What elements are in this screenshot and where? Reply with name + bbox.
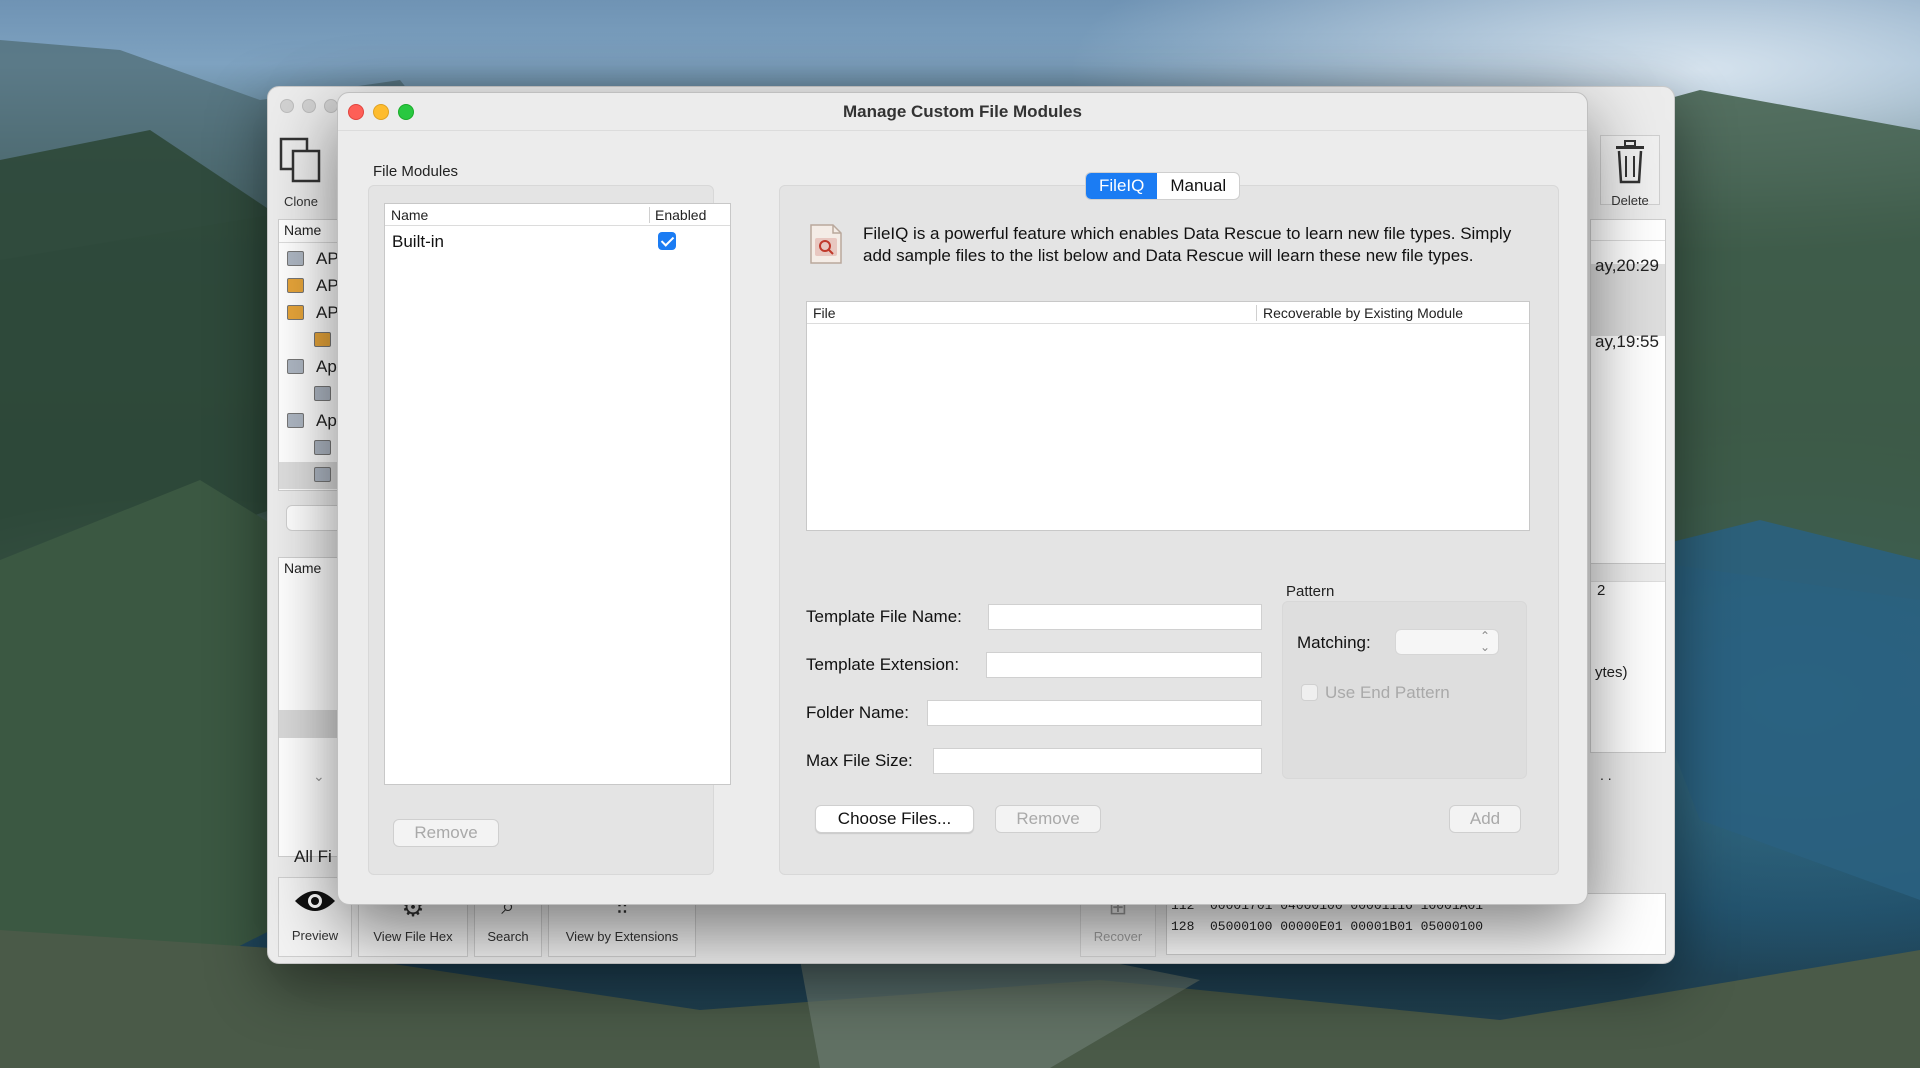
fileiq-icon (808, 223, 844, 265)
clone-icon (278, 137, 324, 194)
choose-files-button[interactable]: Choose Files... (815, 805, 974, 833)
column-header-name[interactable]: Name (391, 207, 428, 223)
disk-icon (287, 278, 304, 293)
date-cell: ay,19:55 (1595, 332, 1659, 351)
all-files-label[interactable]: All Fi (294, 847, 332, 867)
view-file-hex-label: View File Hex (373, 929, 453, 944)
disk-icon (287, 251, 304, 266)
remove-module-button[interactable]: Remove (393, 819, 499, 847)
use-end-pattern-label: Use End Pattern (1325, 683, 1450, 702)
bytes-fragment: ytes) (1595, 664, 1628, 681)
dots: . . (1600, 767, 1612, 783)
folder-name-label: Folder Name: (806, 703, 909, 722)
hex-line: 128 05000100 00000E01 00001B01 05000100 (1171, 919, 1484, 934)
disk-icon (314, 440, 331, 455)
clone-button[interactable]: Clone (278, 137, 324, 209)
chevron-updown-icon: ⌃ ⌄ (1479, 629, 1490, 654)
chevron-down-icon[interactable]: ⌄ (313, 768, 325, 785)
module-name: Built-in (392, 232, 444, 251)
tab-fileiq[interactable]: FileIQ (1086, 173, 1158, 199)
list-item-label: AP (316, 249, 339, 268)
zoom-icon[interactable] (324, 99, 338, 113)
view-by-extensions-label: View by Extensions (565, 929, 679, 944)
list-item-label: Ap (316, 411, 337, 430)
sample-files-table: File Recoverable by Existing Module (806, 301, 1530, 531)
max-file-size-label: Max File Size: (806, 751, 913, 770)
matching-label: Matching: (1297, 633, 1371, 652)
disk-icon (314, 467, 331, 482)
size-fragment: 2 (1597, 582, 1606, 599)
preview-label: Preview (291, 928, 339, 943)
template-file-name-field[interactable] (988, 604, 1262, 630)
remove-file-button[interactable]: Remove (995, 805, 1101, 833)
manage-custom-file-modules-dialog: Manage Custom File Modules File Modules … (337, 92, 1588, 905)
inactive-window-controls (280, 99, 338, 113)
list-item-label: AP (316, 303, 339, 322)
delete-button[interactable]: Delete (1600, 135, 1660, 208)
clone-label: Clone (284, 194, 318, 209)
column-header-file[interactable]: File (813, 305, 836, 321)
lower-list-header: Name (284, 560, 322, 576)
pattern-label: Pattern (1286, 583, 1335, 600)
column-header-enabled[interactable]: Enabled (655, 207, 706, 223)
use-end-pattern-checkbox[interactable] (1301, 684, 1318, 701)
add-button[interactable]: Add (1449, 805, 1521, 833)
disk-icon (314, 386, 331, 401)
max-file-size-field[interactable] (933, 748, 1262, 774)
back-info-panel: 2 ytes) (1590, 563, 1666, 753)
dialog-title: Manage Custom File Modules (843, 102, 1082, 121)
table-header: Name Enabled (385, 204, 730, 226)
fileiq-description: FileIQ is a powerful feature which enabl… (863, 224, 1512, 265)
minimize-icon[interactable] (302, 99, 316, 113)
template-extension-field[interactable] (986, 652, 1262, 678)
disk-icon (287, 413, 304, 428)
file-modules-table: Name Enabled Built-in (384, 203, 731, 785)
date-cell: ay,20:29 (1595, 256, 1659, 275)
list-item-label: AP (316, 276, 339, 295)
list-item-label: Ap (316, 357, 337, 376)
folder-name-field[interactable] (927, 700, 1262, 726)
enabled-checkbox[interactable] (658, 232, 676, 250)
mode-tabs: FileIQ Manual (1085, 172, 1241, 200)
tab-manual[interactable]: Manual (1157, 173, 1239, 199)
table-row[interactable]: Built-in (385, 228, 730, 256)
list-header: Name (284, 222, 322, 238)
column-header-recoverable[interactable]: Recoverable by Existing Module (1263, 305, 1463, 321)
recover-label: Recover (1093, 929, 1143, 944)
table-header: File Recoverable by Existing Module (807, 302, 1529, 324)
trash-icon (1601, 140, 1659, 193)
close-icon[interactable] (280, 99, 294, 113)
delete-label: Delete (1611, 193, 1649, 208)
search-label: Search (487, 929, 529, 944)
title-bar: Manage Custom File Modules (338, 93, 1587, 131)
template-file-name-label: Template File Name: (806, 607, 962, 626)
disk-icon (287, 359, 304, 374)
matching-select[interactable]: ⌃ ⌄ (1395, 629, 1499, 655)
disk-icon (314, 332, 331, 347)
template-extension-label: Template Extension: (806, 655, 960, 674)
file-modules-label: File Modules (373, 163, 459, 180)
disk-icon (287, 305, 304, 320)
